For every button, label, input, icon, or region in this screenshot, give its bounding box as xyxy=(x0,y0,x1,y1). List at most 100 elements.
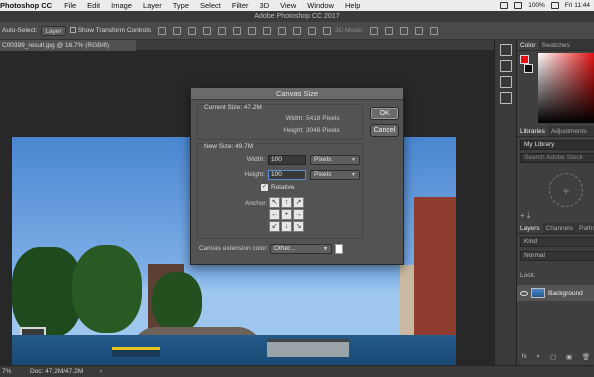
height-label: Height: xyxy=(244,171,265,178)
character-icon[interactable] xyxy=(499,76,512,88)
wifi-icon[interactable] xyxy=(514,2,523,9)
menu-filter[interactable]: Filter xyxy=(232,1,249,10)
anchor-left[interactable]: ← xyxy=(269,209,280,220)
properties-icon[interactable] xyxy=(499,60,512,72)
align-left-icon[interactable] xyxy=(203,26,212,35)
library-footer-icons[interactable]: + ⤓ xyxy=(520,211,530,221)
history-icon[interactable] xyxy=(499,44,512,56)
3d-scale-icon[interactable] xyxy=(430,26,439,35)
tab-adjustments[interactable]: Adjustments xyxy=(548,126,590,136)
new-layer-icon[interactable]: ▣ xyxy=(566,353,572,361)
align-bottom-icon[interactable] xyxy=(188,26,197,35)
anchor-center[interactable]: • xyxy=(281,209,292,220)
anchor-top-right[interactable]: ↗ xyxy=(293,197,304,208)
clock[interactable]: Fri 11:44 xyxy=(565,2,590,9)
blend-mode-select[interactable]: Normal xyxy=(520,251,594,261)
tab-color[interactable]: Color xyxy=(517,40,539,50)
tab-layers[interactable]: Layers xyxy=(517,223,543,233)
eye-icon[interactable] xyxy=(520,290,528,296)
3d-rotate-icon[interactable] xyxy=(370,26,379,35)
adjustment-icon[interactable]: ◐ xyxy=(537,353,541,361)
align-right-icon[interactable] xyxy=(233,26,242,35)
checkbox-icon[interactable] xyxy=(69,27,76,33)
tab-channels[interactable]: Channels xyxy=(543,223,576,233)
menu-view[interactable]: View xyxy=(280,1,296,10)
extension-color-label: Canvas extension color: xyxy=(199,245,269,252)
width-input[interactable]: 100 xyxy=(268,155,306,165)
3d-drag-icon[interactable] xyxy=(400,26,409,35)
foreground-color-swatch[interactable] xyxy=(520,55,529,64)
anchor-right[interactable]: → xyxy=(293,209,304,220)
menu-image[interactable]: Image xyxy=(111,1,132,10)
align-center-icon[interactable] xyxy=(218,26,227,35)
anchor-top-left[interactable]: ↖ xyxy=(269,197,280,208)
cancel-button[interactable]: Cancel xyxy=(370,124,399,137)
add-content-icon[interactable]: + xyxy=(549,173,583,207)
auto-select-dropdown[interactable]: Layer xyxy=(41,25,66,36)
layers-panel-tabs: Layers Channels Paths xyxy=(517,223,594,234)
dialog-title[interactable]: Canvas Size xyxy=(191,88,403,100)
color-panel xyxy=(517,51,594,126)
relative-checkbox[interactable]: ✓ Relative xyxy=(261,184,294,191)
anchor-bottom-right[interactable]: ↘ xyxy=(293,221,304,232)
document-tab[interactable]: C00399_result.jpg @ 16.7% (RGB/8) xyxy=(0,40,136,51)
height-unit-select[interactable]: Pixels ▼ xyxy=(310,170,360,180)
extension-color-swatch[interactable] xyxy=(335,244,343,254)
tab-paths[interactable]: Paths xyxy=(576,223,594,233)
layer-row[interactable]: Background xyxy=(517,285,594,301)
tab-swatches[interactable]: Swatches xyxy=(539,40,573,50)
3d-slide-icon[interactable] xyxy=(415,26,424,35)
library-search-input[interactable]: Search Adobe Stock xyxy=(520,153,594,163)
auto-select-label: Auto-Select: xyxy=(2,27,38,34)
layer-name: Background xyxy=(548,289,583,297)
anchor-label: Anchor: xyxy=(245,200,268,207)
mask-icon[interactable]: ▢ xyxy=(550,353,556,361)
status-menu-icon[interactable]: › xyxy=(100,366,102,377)
distribute-right-icon[interactable] xyxy=(323,26,332,35)
menu-file[interactable]: File xyxy=(64,1,76,10)
mac-menu-bar: Photoshop CC File Edit Image Layer Type … xyxy=(0,0,594,11)
background-color-swatch[interactable] xyxy=(524,64,533,73)
fx-icon[interactable]: fx xyxy=(522,353,527,361)
show-transform-toggle[interactable]: Show Transform Controls xyxy=(69,27,151,34)
anchor-top[interactable]: ↑ xyxy=(281,197,292,208)
dropbox-icon[interactable] xyxy=(500,2,509,9)
menu-edit[interactable]: Edit xyxy=(87,1,100,10)
ok-button[interactable]: OK xyxy=(370,107,399,120)
align-middle-icon[interactable] xyxy=(173,26,182,35)
right-panels: Color Swatches Libraries Adjustments My … xyxy=(516,40,594,365)
menu-type[interactable]: Type xyxy=(173,1,189,10)
anchor-bottom[interactable]: ↓ xyxy=(281,221,292,232)
height-unit-value: Pixels xyxy=(314,171,332,178)
menu-app-name[interactable]: Photoshop CC xyxy=(0,1,52,10)
options-bar: Auto-Select: Layer Show Transform Contro… xyxy=(0,22,594,40)
distribute-bottom-icon[interactable] xyxy=(278,26,287,35)
menu-3d[interactable]: 3D xyxy=(260,1,270,10)
anchor-bottom-left[interactable]: ↙ xyxy=(269,221,280,232)
distribute-left-icon[interactable] xyxy=(293,26,302,35)
align-top-icon[interactable] xyxy=(158,26,167,35)
battery-icon[interactable] xyxy=(550,2,559,9)
menu-select[interactable]: Select xyxy=(200,1,221,10)
library-select[interactable]: My Library xyxy=(520,140,594,150)
layer-filter-select[interactable]: Kind xyxy=(520,237,594,247)
paragraph-icon[interactable] xyxy=(499,92,512,104)
distribute-center-icon[interactable] xyxy=(308,26,317,35)
checkmark-icon[interactable]: ✓ xyxy=(261,184,268,191)
canvas-size-dialog: Canvas Size Current Size: 47.2M Width: 54… xyxy=(190,87,404,265)
width-unit-select[interactable]: Pixels ▼ xyxy=(310,155,360,165)
width-unit-value: Pixels xyxy=(314,156,332,163)
tab-libraries[interactable]: Libraries xyxy=(517,126,548,136)
menu-window[interactable]: Window xyxy=(307,1,334,10)
trash-icon[interactable]: 🗑 xyxy=(582,353,590,361)
distribute-middle-icon[interactable] xyxy=(263,26,272,35)
height-input[interactable]: 100 xyxy=(268,170,306,180)
menu-layer[interactable]: Layer xyxy=(143,1,162,10)
color-picker-field[interactable] xyxy=(538,53,594,123)
3d-roll-icon[interactable] xyxy=(385,26,394,35)
zoom-level[interactable]: 7% xyxy=(2,366,11,377)
extension-color-select[interactable]: Other... ▼ xyxy=(270,244,332,254)
menu-help[interactable]: Help xyxy=(345,1,360,10)
anchor-grid: ↖ ↑ ↗ ← • → ↙ ↓ ↘ xyxy=(269,197,305,233)
distribute-top-icon[interactable] xyxy=(248,26,257,35)
